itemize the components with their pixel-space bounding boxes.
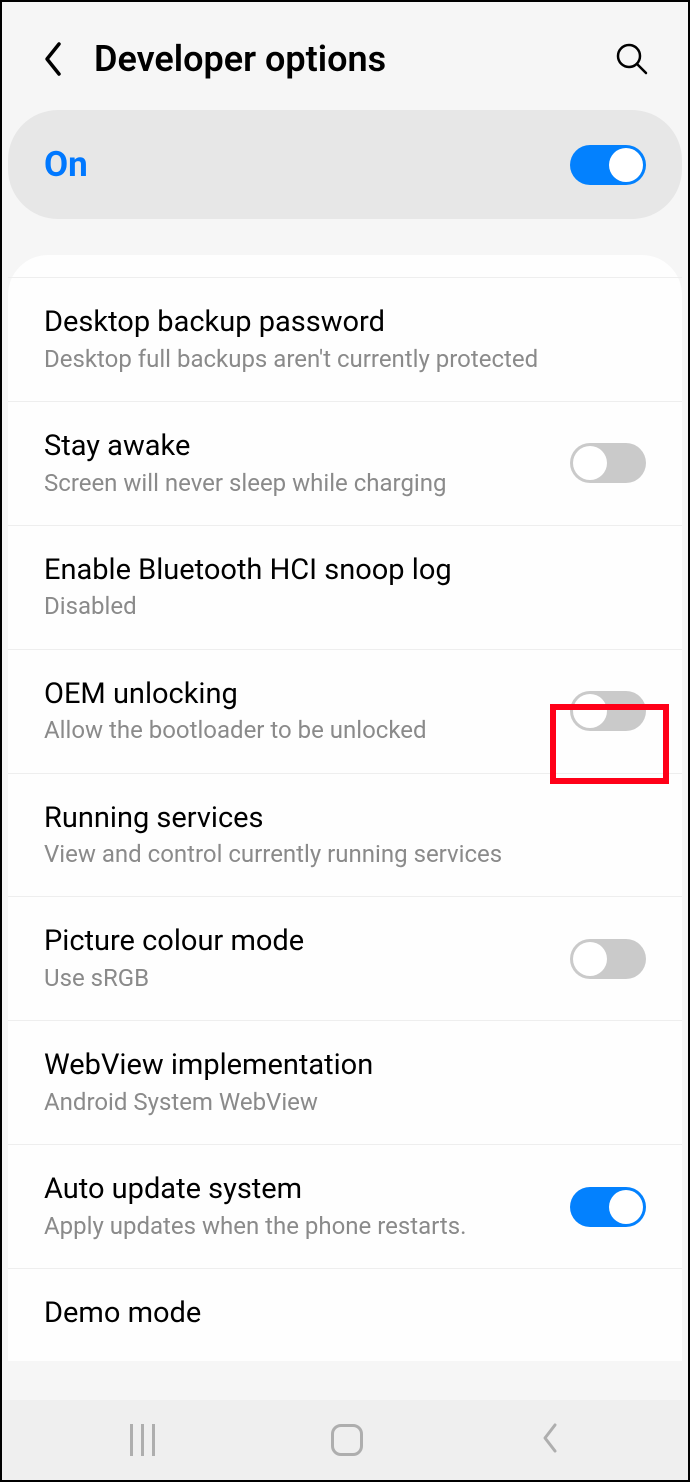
setting-text: OEM unlockingAllow the bootloader to be … [44,676,550,747]
setting-row-bluetooth-hci[interactable]: Enable Bluetooth HCI snoop logDisabled [8,526,682,650]
setting-row-webview-impl[interactable]: WebView implementationAndroid System Web… [8,1021,682,1145]
stay-awake-toggle[interactable] [570,443,646,483]
setting-text: Enable Bluetooth HCI snoop logDisabled [44,552,646,623]
search-icon[interactable] [612,39,652,79]
navigation-bar [2,1400,688,1480]
nav-home-button[interactable] [331,1424,363,1456]
setting-title: Picture colour mode [44,923,550,961]
setting-row-demo-mode[interactable]: Demo mode [8,1269,682,1361]
back-icon[interactable] [38,44,68,74]
setting-title: Demo mode [44,1295,646,1333]
setting-text: Auto update systemApply updates when the… [44,1171,550,1242]
setting-row-oem-unlocking[interactable]: OEM unlockingAllow the bootloader to be … [8,650,682,774]
setting-subtitle: Allow the bootloader to be unlocked [44,715,550,746]
setting-title: Enable Bluetooth HCI snoop log [44,552,646,590]
master-toggle-panel[interactable]: On [8,110,682,219]
oem-unlocking-toggle[interactable] [570,691,646,731]
toggle-knob [609,1190,643,1224]
toggle-knob [573,446,607,480]
setting-title: Desktop backup password [44,304,646,342]
toggle-knob [573,942,607,976]
toggle-knob [573,694,607,728]
setting-text: Demo mode [44,1295,646,1335]
setting-subtitle: Android System WebView [44,1087,646,1118]
master-toggle[interactable] [570,145,646,185]
setting-row-running-services[interactable]: Running servicesView and control current… [8,774,682,898]
setting-subtitle: Apply updates when the phone restarts. [44,1211,550,1242]
nav-back-button[interactable] [540,1422,560,1458]
setting-row-auto-update[interactable]: Auto update systemApply updates when the… [8,1145,682,1269]
setting-text: Running servicesView and control current… [44,800,646,871]
setting-title: Running services [44,800,646,838]
setting-subtitle: Desktop full backups aren't currently pr… [44,344,646,375]
setting-subtitle: View and control currently running servi… [44,839,646,870]
picture-colour-toggle[interactable] [570,939,646,979]
master-status-label: On [44,144,88,185]
auto-update-toggle[interactable] [570,1187,646,1227]
setting-text: Picture colour modeUse sRGB [44,923,550,994]
settings-list: Desktop backup passwordDesktop full back… [8,255,682,1361]
setting-row-stay-awake[interactable]: Stay awakeScreen will never sleep while … [8,402,682,526]
setting-row-picture-colour[interactable]: Picture colour modeUse sRGB [8,897,682,1021]
page-header: Developer options [2,2,688,110]
setting-text: Stay awakeScreen will never sleep while … [44,428,550,499]
setting-subtitle: Disabled [44,591,646,622]
setting-title: OEM unlocking [44,676,550,714]
setting-subtitle: Use sRGB [44,963,550,994]
setting-row-desktop-backup[interactable]: Desktop backup passwordDesktop full back… [8,277,682,402]
nav-recent-button[interactable] [130,1424,155,1456]
toggle-knob [609,148,643,182]
setting-title: Auto update system [44,1171,550,1209]
setting-title: Stay awake [44,428,550,466]
setting-subtitle: Screen will never sleep while charging [44,468,550,499]
setting-title: WebView implementation [44,1047,646,1085]
setting-text: WebView implementationAndroid System Web… [44,1047,646,1118]
setting-text: Desktop backup passwordDesktop full back… [44,304,646,375]
page-title: Developer options [94,38,586,80]
